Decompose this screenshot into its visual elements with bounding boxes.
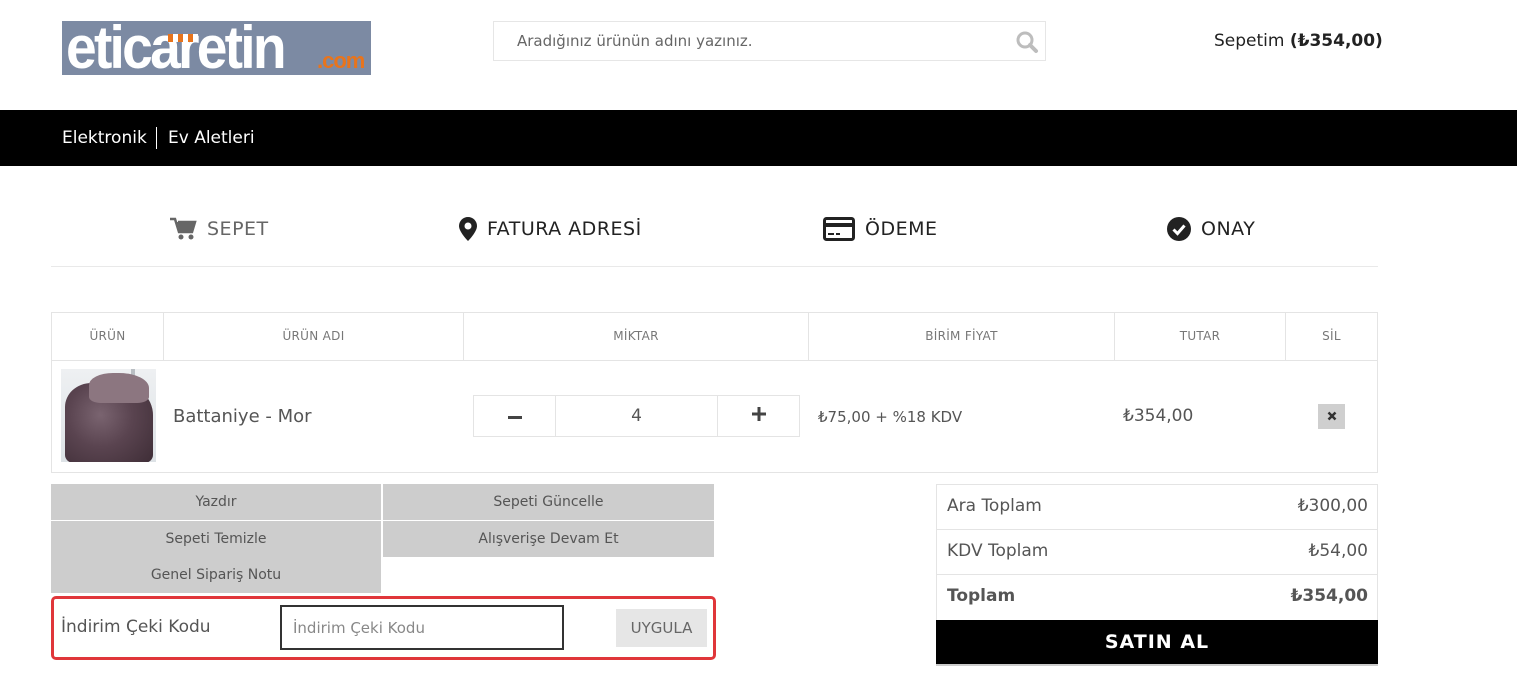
buy-button[interactable]: SATIN AL bbox=[936, 620, 1378, 666]
subtotal-label: Ara Toplam bbox=[947, 496, 1042, 516]
order-totals: Ara Toplam ₺300,00 KDV Toplam ₺54,00 Top… bbox=[936, 484, 1378, 666]
update-cart-button[interactable]: Sepeti Güncelle bbox=[383, 484, 714, 520]
step-label: SEPET bbox=[207, 218, 269, 240]
step-billing-address[interactable]: FATURA ADRESİ bbox=[459, 215, 642, 243]
column-header-remove: SİL bbox=[1322, 329, 1341, 343]
map-pin-icon bbox=[459, 217, 477, 241]
column-header-quantity: MİKTAR bbox=[464, 313, 809, 360]
nav-divider bbox=[156, 127, 157, 149]
main-navigation: Elektronik Ev Aletleri bbox=[0, 110, 1517, 166]
step-payment[interactable]: ÖDEME bbox=[823, 215, 938, 243]
cart-summary-link[interactable]: Sepetim (₺354,00) bbox=[1214, 31, 1383, 51]
logo-awning-icon bbox=[168, 34, 198, 42]
step-cart[interactable]: SEPET bbox=[170, 215, 269, 243]
quantity-decrease-button[interactable] bbox=[474, 396, 556, 436]
checkout-steps: SEPET FATURA ADRESİ ÖDEME ONAY bbox=[51, 195, 1378, 267]
credit-card-icon bbox=[823, 217, 855, 241]
step-label: ÖDEME bbox=[865, 218, 938, 240]
grand-total-label: Toplam bbox=[947, 586, 1016, 606]
step-label: FATURA ADRESİ bbox=[487, 218, 642, 240]
continue-shopping-button[interactable]: Alışverişe Devam Et bbox=[383, 521, 714, 557]
column-header-product: ÜRÜN bbox=[52, 313, 164, 360]
order-note-button[interactable]: Genel Sipariş Notu bbox=[51, 557, 381, 593]
product-image[interactable] bbox=[61, 369, 156, 462]
unit-price: ₺75,00 + %18 KDV bbox=[818, 408, 963, 426]
print-button[interactable]: Yazdır bbox=[51, 484, 381, 520]
coupon-code-input[interactable] bbox=[280, 605, 564, 650]
search-input[interactable] bbox=[494, 22, 1004, 60]
logo-text: eticaretin bbox=[66, 21, 287, 75]
cart-table: ÜRÜN ÜRÜN ADI MİKTAR BİRİM FİYAT TUTAR S… bbox=[51, 312, 1378, 473]
cart-icon bbox=[170, 217, 197, 241]
check-circle-icon bbox=[1167, 217, 1191, 241]
logo-suffix: .com bbox=[317, 48, 365, 73]
subtotal-row: Ara Toplam ₺300,00 bbox=[936, 484, 1378, 529]
header-divider bbox=[52, 360, 1377, 361]
minus-icon bbox=[507, 407, 522, 425]
step-label: ONAY bbox=[1201, 218, 1256, 240]
plus-icon bbox=[751, 406, 766, 426]
coupon-label: İndirim Çeki Kodu bbox=[61, 617, 211, 637]
clear-cart-button[interactable]: Sepeti Temizle bbox=[51, 521, 381, 557]
grand-total-value: ₺354,00 bbox=[1290, 586, 1368, 606]
remove-item-button[interactable] bbox=[1318, 404, 1345, 429]
grand-total-row: Toplam ₺354,00 bbox=[936, 574, 1378, 620]
apply-coupon-button[interactable]: UYGULA bbox=[616, 609, 707, 647]
cart-total: (₺354,00) bbox=[1289, 31, 1383, 51]
site-logo[interactable]: eticaretin .com bbox=[62, 21, 371, 75]
line-total: ₺354,00 bbox=[1123, 406, 1194, 426]
search-bar bbox=[493, 21, 1046, 61]
product-name[interactable]: Battaniye - Mor bbox=[173, 406, 312, 427]
search-icon[interactable] bbox=[1015, 30, 1039, 54]
cart-label: Sepetim bbox=[1214, 31, 1285, 51]
quantity-stepper: 4 bbox=[473, 395, 800, 437]
column-header-unit-price: BİRİM FİYAT bbox=[809, 313, 1115, 360]
subtotal-value: ₺300,00 bbox=[1297, 496, 1368, 516]
nav-item-ev-aletleri[interactable]: Ev Aletleri bbox=[168, 128, 255, 148]
nav-item-elektronik[interactable]: Elektronik bbox=[62, 128, 147, 148]
step-confirmation[interactable]: ONAY bbox=[1167, 215, 1255, 243]
tax-row: KDV Toplam ₺54,00 bbox=[936, 529, 1378, 574]
image-detail bbox=[89, 373, 149, 403]
close-icon bbox=[1327, 408, 1337, 426]
tax-label: KDV Toplam bbox=[947, 541, 1049, 561]
tax-value: ₺54,00 bbox=[1308, 541, 1368, 561]
column-header-product-name: ÜRÜN ADI bbox=[164, 313, 464, 360]
quantity-increase-button[interactable] bbox=[717, 396, 799, 436]
coupon-section: İndirim Çeki Kodu UYGULA bbox=[51, 596, 716, 660]
column-header-total: TUTAR bbox=[1115, 313, 1286, 360]
quantity-input[interactable]: 4 bbox=[556, 396, 717, 436]
